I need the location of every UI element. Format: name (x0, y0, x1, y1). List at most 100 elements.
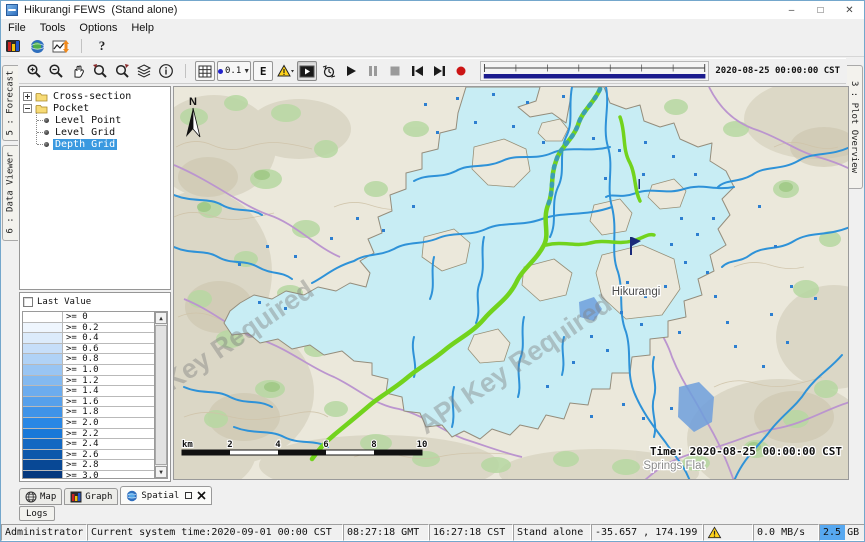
grid-display-button[interactable] (195, 61, 215, 81)
folder-open-icon (35, 103, 48, 114)
legend-color-swatch (23, 407, 63, 417)
legend-row: >= 0.2 (23, 323, 154, 334)
timeseries-dialog-icon[interactable] (49, 37, 73, 56)
scroll-thumb[interactable] (155, 325, 167, 465)
tab-plot-overview[interactable]: 3 : Plot Overview (847, 65, 863, 189)
status-network-rate: 0.0 MB/s (753, 524, 819, 541)
legend-color-swatch (23, 365, 63, 375)
svg-text:6: 6 (323, 440, 328, 450)
tab-restore-icon[interactable] (185, 492, 192, 499)
status-system-time: Current system time:2020-09-01 00:00 CST (87, 524, 343, 541)
status-local-time: 16:27:18 CST (429, 524, 513, 541)
info-icon[interactable] (156, 61, 176, 81)
legend-color-swatch (23, 333, 63, 343)
menu-tools[interactable]: Tools (33, 22, 73, 34)
animation-mode-button[interactable] (297, 61, 317, 81)
layer-bullet-icon (44, 130, 49, 135)
legend-row: >= 0.8 (23, 354, 154, 365)
legend-class-label: >= 1.0 (63, 365, 99, 375)
folder-icon (35, 91, 48, 102)
timeline-datetime: 2020-08-25 00:00:00 CST (715, 66, 840, 76)
left-tab-strip: 5 : Forecast 6 : Data Viewer (1, 57, 19, 522)
legend-scrollbar[interactable]: ▲ ▼ (154, 312, 167, 478)
map-canvas[interactable]: > (174, 87, 849, 480)
tree-item-pocket[interactable]: Pocket (22, 102, 170, 114)
last-value-checkbox[interactable] (23, 297, 33, 307)
wire-globe-icon (25, 491, 37, 503)
legend-row: >= 1.0 (23, 365, 154, 376)
legend-row: >= 1.8 (23, 407, 154, 418)
expand-icon[interactable] (23, 92, 32, 101)
layer-bullet-icon (44, 142, 49, 147)
pan-hand-icon[interactable] (68, 61, 88, 81)
record-button[interactable] (451, 61, 471, 81)
classbreak-value: 0.1 (225, 66, 241, 76)
menu-file[interactable]: File (1, 22, 33, 34)
tab-data-viewer[interactable]: 6 : Data Viewer (2, 145, 18, 241)
layer-bullet-icon (44, 118, 49, 123)
animation-settings-icon[interactable] (319, 61, 339, 81)
svg-text:2: 2 (227, 440, 232, 450)
zoom-next-icon[interactable] (112, 61, 132, 81)
menu-help[interactable]: Help (124, 22, 161, 34)
close-button[interactable]: ✕ (835, 1, 864, 19)
thresholds-dropdown[interactable] (275, 61, 295, 81)
tree-item-cross-section[interactable]: Cross-section (22, 90, 170, 102)
tree-item-level-point[interactable]: Level Point (31, 114, 170, 126)
menu-options[interactable]: Options (72, 22, 124, 34)
tab-close-icon[interactable] (197, 491, 206, 500)
help-button[interactable]: ? (90, 37, 114, 56)
legend-row: >= 0 (23, 312, 154, 323)
scroll-down-icon[interactable]: ▼ (155, 466, 167, 478)
legend-class-label: >= 2.6 (63, 450, 99, 460)
time-slider[interactable] (480, 61, 709, 81)
legend-class-label: >= 0.6 (63, 344, 99, 354)
classbreaks-dropdown[interactable]: 0.1 ▼ (217, 61, 251, 81)
status-bar: Administrator Current system time:2020-0… (1, 524, 864, 541)
map-view[interactable]: > (173, 86, 849, 480)
legend-class-label: >= 0.8 (63, 354, 99, 364)
legend-row: >= 1.6 (23, 397, 154, 408)
legend-color-swatch (23, 471, 63, 478)
svg-text:N: N (189, 96, 197, 108)
tree-item-level-grid[interactable]: Level Grid (31, 126, 170, 138)
zoom-out-icon[interactable] (46, 61, 66, 81)
minimize-button[interactable]: – (777, 1, 806, 19)
play-button[interactable] (341, 61, 361, 81)
database-viewer-icon[interactable] (1, 37, 25, 56)
collapse-icon[interactable] (23, 104, 32, 113)
tab-spatial[interactable]: Spatial (120, 486, 212, 505)
legend-row: >= 2.6 (23, 450, 154, 461)
legend-color-swatch (23, 429, 63, 439)
layers-icon[interactable] (134, 61, 154, 81)
logs-button[interactable]: Logs (19, 506, 55, 521)
maximize-button[interactable]: □ (806, 1, 835, 19)
main-toolbar: ? (1, 36, 864, 57)
isolines-button[interactable]: E (253, 61, 273, 81)
pause-button[interactable] (363, 61, 383, 81)
scroll-up-icon[interactable]: ▲ (155, 312, 167, 324)
tab-map[interactable]: Map (19, 488, 62, 505)
svg-text:10: 10 (417, 440, 428, 450)
map-globe-icon[interactable] (25, 37, 49, 56)
tree-item-depth-grid[interactable]: Depth Grid (31, 138, 170, 150)
title-bar: Hikurangi FEWS (Stand alone) – □ ✕ (1, 1, 864, 19)
legend-class-label: >= 2.8 (63, 460, 99, 470)
app-icon (6, 4, 18, 16)
locality-label: Springs Flat (643, 460, 705, 472)
tab-forecast[interactable]: 5 : Forecast (2, 65, 18, 141)
step-back-button[interactable] (407, 61, 427, 81)
legend-row: >= 1.2 (23, 376, 154, 387)
stop-button[interactable] (385, 61, 405, 81)
tab-graph[interactable]: Graph (64, 488, 118, 505)
zoom-in-icon[interactable] (24, 61, 44, 81)
help-icon: ? (99, 38, 106, 54)
window-title: Hikurangi FEWS (Stand alone) (24, 4, 177, 16)
status-warning-cell[interactable] (703, 524, 753, 541)
step-forward-button[interactable] (429, 61, 449, 81)
blue-globe-icon (126, 490, 138, 502)
zoom-previous-icon[interactable] (90, 61, 110, 81)
legend-color-swatch (23, 344, 63, 354)
legend-class-label: >= 1.2 (63, 376, 99, 386)
logs-row: Logs (19, 506, 55, 522)
